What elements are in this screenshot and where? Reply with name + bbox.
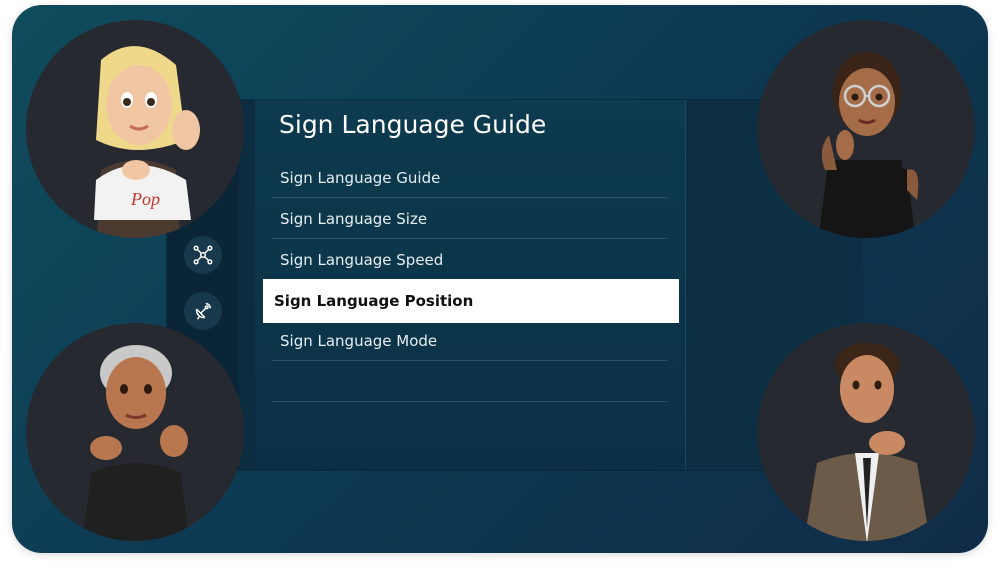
satellite-dish-icon[interactable]: [184, 292, 222, 330]
app-frame: Sign Language Guide Sign Language Guide …: [12, 5, 988, 553]
menu-item-sign-language-mode[interactable]: Sign Language Mode: [272, 321, 667, 361]
blonde-woman-avatar: Pop: [26, 20, 244, 238]
menu-item-sign-language-guide[interactable]: Sign Language Guide: [272, 158, 667, 198]
avatar-illustration: [82, 345, 190, 541]
avatar-illustration: Pop: [94, 46, 200, 238]
network-icon[interactable]: [184, 236, 222, 274]
menu-item-sign-language-position[interactable]: Sign Language Position: [263, 279, 679, 323]
menu-divider: [272, 362, 667, 402]
avatar-illustration: [818, 52, 919, 238]
shirt-text: Pop: [130, 189, 160, 209]
menu-item-sign-language-speed[interactable]: Sign Language Speed: [272, 240, 667, 280]
menu-panel: Sign Language Guide Sign Language Guide …: [255, 100, 685, 470]
woman-with-glasses-avatar: [757, 20, 975, 238]
avatar-illustration: [804, 343, 930, 541]
man-in-suit-avatar: [757, 323, 975, 541]
menu-item-sign-language-size[interactable]: Sign Language Size: [272, 199, 667, 239]
grey-haired-man-avatar: [26, 323, 244, 541]
menu-title: Sign Language Guide: [279, 110, 547, 139]
